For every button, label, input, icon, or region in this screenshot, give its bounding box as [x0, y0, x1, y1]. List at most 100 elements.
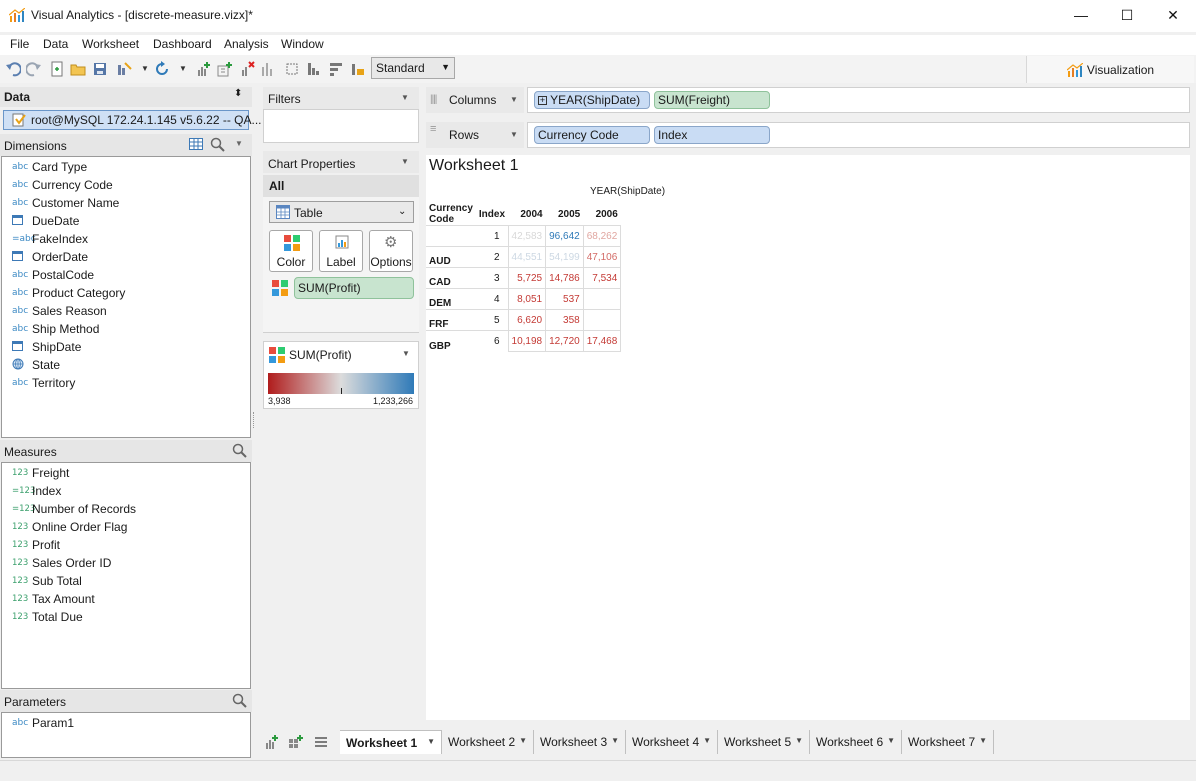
lasso-select-icon[interactable]	[284, 61, 300, 77]
currency-code-cell[interactable]	[426, 225, 476, 247]
profit-value-cell[interactable]: 42,583	[507, 225, 547, 247]
sheet-tab[interactable]: Worksheet 5 ▼	[718, 730, 810, 754]
open-folder-icon[interactable]	[70, 61, 86, 77]
parameter-item[interactable]: abc Param1	[12, 714, 74, 732]
table-view-icon[interactable]	[189, 138, 203, 150]
dimension-item[interactable]: State	[12, 356, 60, 374]
profit-value-cell[interactable]: 14,786	[545, 267, 584, 289]
tab-menu-icon[interactable]: ▼	[519, 736, 527, 745]
options-button[interactable]: ⚙ Options	[369, 230, 413, 272]
profit-value-cell[interactable]: 6,620	[507, 309, 547, 331]
rows-menu-icon[interactable]: ▼	[510, 130, 518, 139]
new-worksheet-icon[interactable]	[195, 61, 211, 77]
undo-icon[interactable]	[5, 61, 21, 77]
measure-item[interactable]: 123 Sub Total	[12, 572, 82, 590]
chart-icon[interactable]	[260, 61, 276, 77]
menu-window[interactable]: Window	[281, 37, 324, 51]
tab-menu-icon[interactable]: ▼	[703, 736, 711, 745]
duplicate-sheet-icon[interactable]	[217, 61, 233, 77]
menu-worksheet[interactable]: Worksheet	[82, 37, 139, 51]
index-pill[interactable]: Index	[654, 126, 770, 144]
dimension-item[interactable]: abc Product Category	[12, 284, 125, 302]
chart-type-select[interactable]: Table ⌄	[269, 201, 414, 223]
index-cell[interactable]: 4	[475, 288, 509, 310]
profit-value-cell[interactable]: 10,198	[507, 330, 547, 352]
profit-value-cell[interactable]: 358	[545, 309, 584, 331]
currency-code-cell[interactable]: CAD	[426, 267, 476, 289]
columns-menu-icon[interactable]: ▼	[510, 95, 518, 104]
dimension-item[interactable]: abc Currency Code	[12, 176, 113, 194]
index-cell[interactable]: 1	[475, 225, 509, 247]
expand-icon[interactable]: +	[538, 96, 547, 105]
highlight-icon[interactable]	[350, 61, 366, 77]
tab-menu-icon[interactable]: ▼	[611, 736, 619, 745]
close-button[interactable]: ✕	[1150, 0, 1196, 30]
maximize-button[interactable]: ☐	[1104, 0, 1150, 30]
menu-data[interactable]: Data	[43, 37, 68, 51]
new-worksheet-tab-icon[interactable]	[263, 734, 279, 750]
columns-shelf[interactable]: + YEAR(ShipDate) SUM(Freight)	[527, 87, 1190, 113]
filters-menu-icon[interactable]: ▼	[401, 93, 409, 102]
currency-code-cell[interactable]: GBP	[426, 330, 476, 352]
label-button[interactable]: Label	[319, 230, 363, 272]
profit-value-cell[interactable]: 5,725	[507, 267, 547, 289]
index-cell[interactable]: 3	[475, 267, 509, 289]
clear-sheet-icon[interactable]	[239, 61, 255, 77]
new-icon[interactable]	[49, 61, 65, 77]
dimension-item[interactable]: DueDate	[12, 212, 79, 230]
sheet-tab[interactable]: Worksheet 4 ▼	[626, 730, 718, 754]
sheet-tab[interactable]: Worksheet 3 ▼	[534, 730, 626, 754]
profit-value-cell[interactable]: 96,642	[545, 225, 584, 247]
sort-ascending-icon[interactable]	[306, 61, 322, 77]
dimension-item[interactable]: =abc FakeIndex	[12, 230, 88, 248]
sort-descending-icon[interactable]	[328, 61, 344, 77]
profit-value-cell[interactable]: 8,051	[507, 288, 547, 310]
sheet-tab[interactable]: Worksheet 6 ▼	[810, 730, 902, 754]
data-source-dropdown-icon[interactable]: ▼	[141, 64, 149, 73]
measure-item[interactable]: 123 Sales Order ID	[12, 554, 111, 572]
sum-freight-pill[interactable]: SUM(Freight)	[654, 91, 770, 109]
measure-item[interactable]: 123 Freight	[12, 464, 69, 482]
currency-code-cell[interactable]: FRF	[426, 309, 476, 331]
chart-properties-menu-icon[interactable]: ▼	[401, 157, 409, 166]
visualization-tab[interactable]: Visualization	[1026, 56, 1194, 83]
sheet-tab[interactable]: Worksheet 2 ▼	[442, 730, 534, 754]
connection-item[interactable]: root@MySQL 172.24.1.145 v5.6.22 -- QA...	[3, 110, 262, 130]
dimension-item[interactable]: abc Sales Reason	[12, 302, 107, 320]
menu-dashboard[interactable]: Dashboard	[153, 37, 212, 51]
pane-splitter[interactable]	[253, 412, 256, 428]
tab-menu-icon[interactable]: ▼	[887, 736, 895, 745]
parameters-search-icon[interactable]	[232, 693, 247, 708]
color-button[interactable]: Color	[269, 230, 313, 272]
profit-value-cell[interactable]: 7,534	[582, 267, 622, 289]
tab-menu-icon[interactable]: ▼	[979, 736, 987, 745]
color-field-pill[interactable]: SUM(Profit)	[294, 277, 414, 299]
tab-menu-icon[interactable]: ▼	[795, 736, 803, 745]
tab-menu-icon[interactable]: ▼	[427, 737, 435, 746]
legend-menu-icon[interactable]: ▼	[402, 349, 410, 358]
redo-icon[interactable]	[26, 61, 42, 77]
profit-value-cell[interactable]: 12,720	[545, 330, 584, 352]
profit-value-cell[interactable]	[582, 288, 622, 310]
currency-code-pill[interactable]: Currency Code	[534, 126, 650, 144]
measure-item[interactable]: 123 Total Due	[12, 608, 83, 626]
new-dashboard-tab-icon[interactable]	[288, 734, 304, 750]
year-shipdate-pill[interactable]: + YEAR(ShipDate)	[534, 91, 650, 109]
profit-value-cell[interactable]: 68,262	[582, 225, 622, 247]
minimize-button[interactable]: —	[1058, 0, 1104, 30]
measure-item[interactable]: 123 Online Order Flag	[12, 518, 127, 536]
index-cell[interactable]: 6	[475, 330, 509, 352]
marks-scope-tab[interactable]: All	[263, 175, 419, 197]
profit-value-cell[interactable]: 44,551	[507, 246, 547, 268]
refresh-dropdown-icon[interactable]: ▼	[179, 64, 187, 73]
sheet-tab[interactable]: Worksheet 1 ▼	[340, 730, 442, 754]
dimension-item[interactable]: OrderDate	[12, 248, 88, 266]
dimension-item[interactable]: abc Customer Name	[12, 194, 119, 212]
dimension-item[interactable]: abc Territory	[12, 374, 75, 392]
data-source-icon[interactable]	[116, 61, 132, 77]
profit-value-cell[interactable]: 17,468	[582, 330, 622, 352]
sheet-tab[interactable]: Worksheet 7 ▼	[902, 730, 994, 754]
profit-value-cell[interactable]: 47,106	[582, 246, 622, 268]
sheet-list-icon[interactable]	[313, 734, 329, 750]
currency-code-cell[interactable]: AUD	[426, 246, 476, 268]
